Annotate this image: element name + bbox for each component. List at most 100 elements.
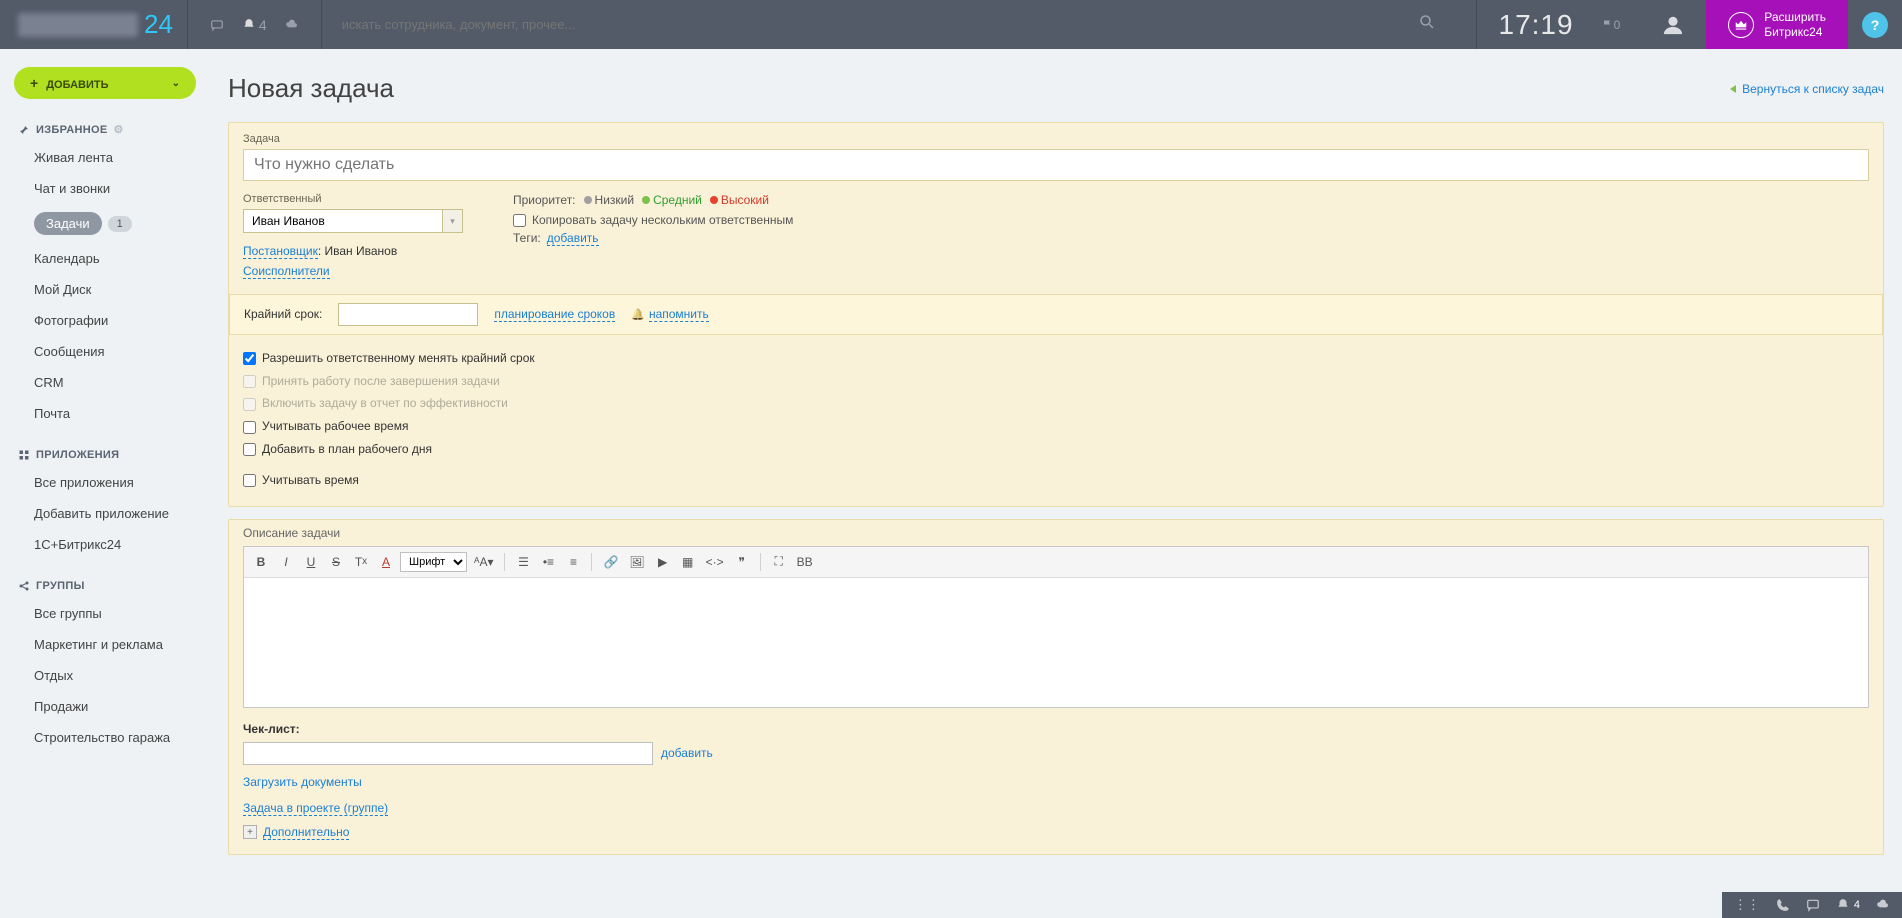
chevron-down-icon: ⌄	[172, 78, 180, 89]
sidebar-item-messages[interactable]: Сообщения	[0, 336, 210, 367]
bb-bell-icon[interactable]: 4	[1836, 898, 1860, 912]
check-dayplan-label: Добавить в план рабочего дня	[262, 442, 432, 456]
flag-block[interactable]: 0	[1596, 18, 1641, 32]
editor-toolbar: B I U S Tx A Шрифт ᴬA▾ ☰ •≡ ≡ 🔗 🖼 ▶ ▦ <·…	[243, 546, 1869, 578]
tags-label: Теги:	[513, 231, 541, 246]
check-allow-change[interactable]	[243, 352, 256, 365]
extra-link[interactable]: Дополнительно	[263, 825, 349, 840]
clear-format-button[interactable]: Tx	[350, 551, 372, 573]
upload-docs-link[interactable]: Загрузить документы	[243, 775, 362, 789]
sidebar-item-all-groups[interactable]: Все группы	[0, 598, 210, 629]
avatar-block[interactable]	[1640, 0, 1706, 49]
unordered-list-button[interactable]: •≡	[537, 551, 559, 573]
coexecutors-link[interactable]: Соисполнители	[243, 264, 330, 279]
fullscreen-button[interactable]: ⛶	[768, 551, 790, 573]
code-button[interactable]: <·>	[702, 551, 728, 573]
video-button[interactable]: ▶	[652, 551, 674, 573]
sidebar-item-sales[interactable]: Продажи	[0, 691, 210, 722]
italic-button[interactable]: I	[275, 551, 297, 573]
checklist-label: Чек-лист:	[243, 722, 300, 736]
add-button[interactable]: +ДОБАВИТЬ ⌄	[14, 67, 196, 99]
deadline-label: Крайний срок:	[244, 307, 322, 321]
sidebar-item-mail[interactable]: Почта	[0, 398, 210, 429]
help-block[interactable]: ?	[1848, 0, 1902, 49]
expand-text: Расширить Битрикс24	[1764, 10, 1826, 39]
font-select[interactable]: Шрифт	[400, 552, 467, 572]
image-button[interactable]: 🖼	[625, 551, 648, 573]
sidebar-item-disk[interactable]: Мой Диск	[0, 274, 210, 305]
priority-high[interactable]: Высокий	[710, 193, 769, 207]
check-worktime-label: Учитывать рабочее время	[262, 419, 408, 433]
check-report-label: Включить задачу в отчет по эффективности	[262, 396, 508, 410]
sidebar-item-1c[interactable]: 1С+Битрикс24	[0, 529, 210, 560]
check-time[interactable]	[243, 474, 256, 487]
gear-icon[interactable]: ⚙	[114, 123, 124, 136]
check-worktime[interactable]	[243, 421, 256, 434]
search-icon[interactable]	[1418, 13, 1456, 36]
chat-icon[interactable]	[210, 18, 224, 32]
responsible-label: Ответственный	[243, 193, 483, 205]
page-title: Новая задача	[228, 73, 394, 104]
check-time-label: Учитывать время	[262, 473, 359, 487]
chevron-down-icon[interactable]: ▾	[442, 210, 462, 232]
search-input[interactable]	[342, 17, 1418, 32]
bbcode-button[interactable]: BB	[793, 551, 817, 573]
tags-add-link[interactable]: добавить	[547, 231, 599, 246]
responsible-input[interactable]	[244, 210, 442, 232]
sidebar-item-calendar[interactable]: Календарь	[0, 243, 210, 274]
bb-chat-icon[interactable]	[1806, 898, 1820, 912]
main-content: Новая задача Вернуться к списку задач За…	[210, 49, 1902, 918]
section-groups-title: ГРУППЫ	[0, 574, 210, 598]
planning-link[interactable]: планирование сроков	[494, 307, 615, 322]
tasks-badge: 1	[108, 216, 132, 232]
sidebar-item-marketing[interactable]: Маркетинг и реклама	[0, 629, 210, 660]
bell-icon[interactable]: 4	[242, 17, 267, 33]
link-button[interactable]: 🔗	[599, 551, 622, 573]
priority-mid[interactable]: Средний	[642, 193, 702, 207]
bb-phone-icon[interactable]	[1776, 898, 1790, 912]
sidebar-item-feed[interactable]: Живая лента	[0, 142, 210, 173]
priority-low[interactable]: Низкий	[584, 193, 635, 207]
responsible-select[interactable]: ▾	[243, 209, 463, 233]
description-editor[interactable]	[243, 578, 1869, 708]
ordered-list-button[interactable]: ☰	[512, 551, 534, 573]
sidebar-item-chat[interactable]: Чат и звонки	[0, 173, 210, 204]
copy-multiple-checkbox[interactable]	[513, 214, 526, 227]
task-title-input[interactable]	[243, 149, 1869, 181]
poster-link[interactable]: Постановщик	[243, 244, 318, 259]
table-button[interactable]: ▦	[677, 551, 699, 573]
clock-block[interactable]: 17:19	[1476, 0, 1596, 49]
quote-button[interactable]: ❞	[731, 551, 753, 573]
checklist-input[interactable]	[243, 742, 653, 765]
logo-blurred	[18, 13, 138, 37]
remind-link[interactable]: напомнить	[649, 307, 709, 322]
sidebar-item-photos[interactable]: Фотографии	[0, 305, 210, 336]
cloud-icon[interactable]	[285, 18, 299, 32]
back-to-list-link[interactable]: Вернуться к списку задач	[1730, 82, 1884, 96]
expand-extra-icon[interactable]: +	[243, 825, 257, 839]
deadline-input[interactable]	[338, 303, 478, 326]
strike-button[interactable]: S	[325, 551, 347, 573]
bottom-bar: ⋮⋮ 4	[1722, 892, 1902, 918]
section-favorites-title: ИЗБРАННОЕ ⚙	[0, 117, 210, 142]
sidebar-item-all-apps[interactable]: Все приложения	[0, 467, 210, 498]
check-dayplan[interactable]	[243, 443, 256, 456]
bold-button[interactable]: B	[250, 551, 272, 573]
sidebar-item-add-app[interactable]: Добавить приложение	[0, 498, 210, 529]
checklist-add-link[interactable]: добавить	[661, 746, 713, 760]
text-color-button[interactable]: A	[375, 551, 397, 573]
dot-red-icon	[710, 196, 718, 204]
align-button[interactable]: ≡	[562, 551, 584, 573]
apps-icon	[18, 449, 30, 461]
bb-grip-icon[interactable]: ⋮⋮	[1734, 897, 1760, 913]
sidebar-item-crm[interactable]: CRM	[0, 367, 210, 398]
expand-button[interactable]: Расширить Битрикс24	[1706, 0, 1848, 49]
bb-cloud-icon[interactable]	[1876, 898, 1890, 912]
sidebar-item-tasks[interactable]: Задачи 1	[22, 206, 202, 241]
underline-button[interactable]: U	[300, 551, 322, 573]
sidebar-item-rest[interactable]: Отдых	[0, 660, 210, 691]
project-link[interactable]: Задача в проекте (группе)	[243, 801, 388, 816]
sidebar-item-garage[interactable]: Строительство гаража	[0, 722, 210, 753]
dot-green-icon	[642, 196, 650, 204]
font-size-button[interactable]: ᴬA▾	[470, 551, 497, 573]
